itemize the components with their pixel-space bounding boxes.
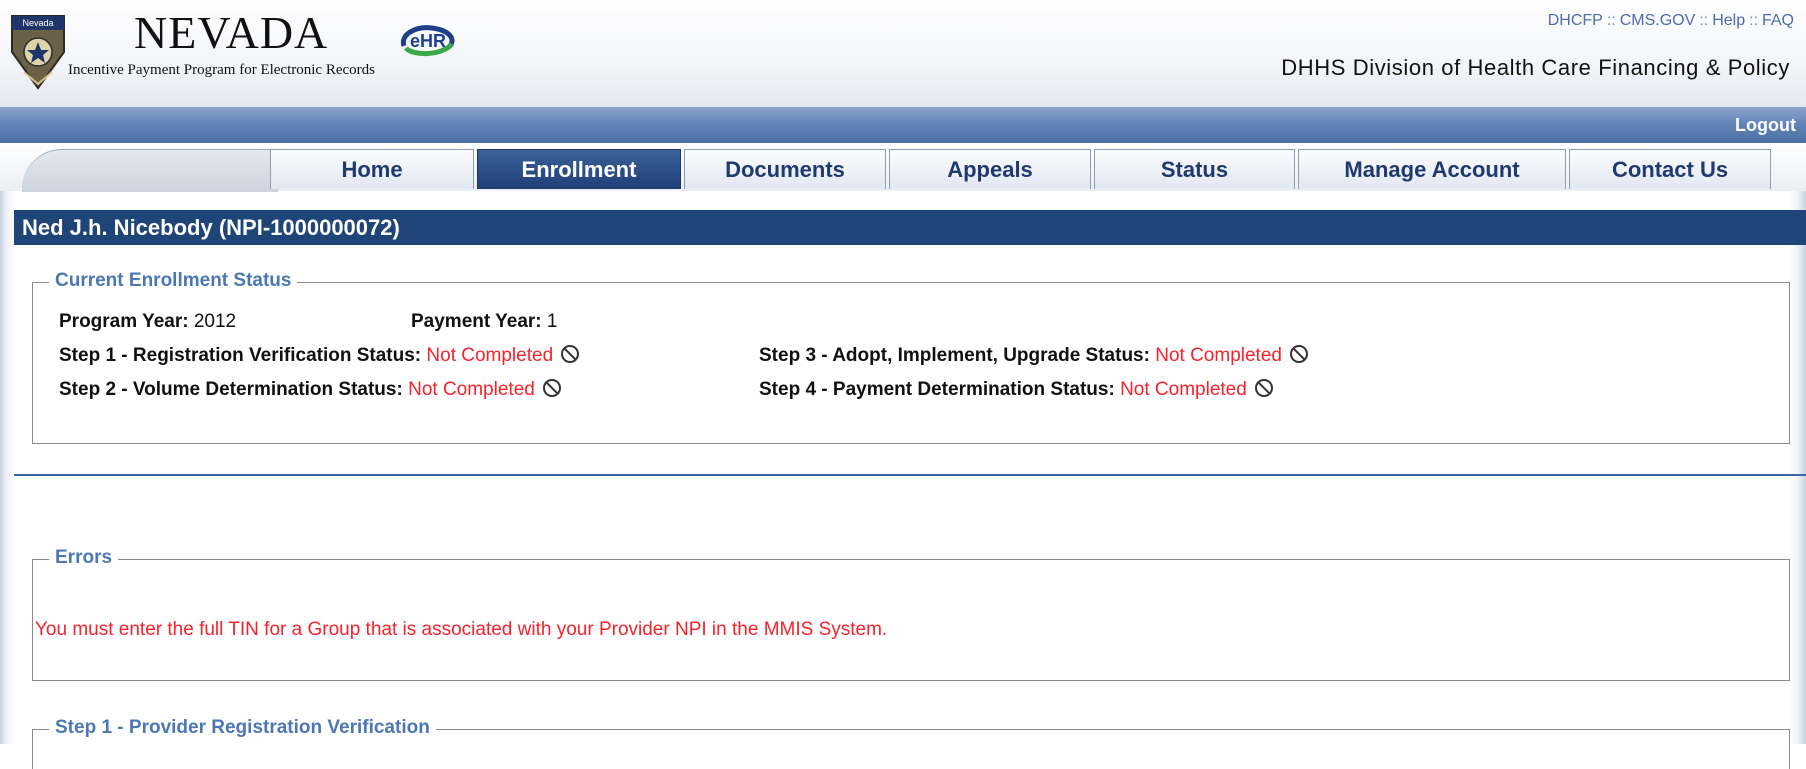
link-separator: :: [1749,12,1758,29]
tab-bar-decoration [22,149,278,192]
page: Nevada NEVADA eHR Incentive Payment Prog… [0,0,1806,769]
step2-status-value: Not Completed [408,379,535,400]
tab-enrollment[interactable]: Enrollment [477,149,681,189]
logout-link[interactable]: Logout [1735,115,1796,136]
payment-year: Payment Year: 1 [411,311,557,333]
tab-documents[interactable]: Documents [684,149,886,189]
tab-bar: Home Enrollment Documents Appeals Status… [0,143,1806,192]
payment-year-label: Payment Year: [411,311,542,332]
nevada-seal-icon: Nevada [11,15,65,90]
errors-panel: Errors You must enter the full TIN for a… [32,547,1790,681]
program-year: Program Year: 2012 [59,311,236,333]
errors-legend: Errors [49,547,119,569]
step3-status-value: Not Completed [1155,345,1282,366]
step2-status-label: Step 2 - Volume Determination Status: [59,379,403,400]
link-help[interactable]: Help [1712,12,1745,29]
program-year-label: Program Year: [59,311,189,332]
enrollment-status-legend: Current Enrollment Status [49,270,298,292]
link-dhcfp[interactable]: DHCFP [1548,12,1603,29]
step4-status-label: Step 4 - Payment Determination Status: [759,379,1115,400]
step4-status-value: Not Completed [1120,379,1247,400]
provider-name-bar: Ned J.h. Nicebody (NPI-1000000072) [14,210,1806,245]
seal-text: Nevada [22,18,53,28]
step1-status: Step 1 - Registration Verification Statu… [59,345,580,367]
top-links: DHCFP:: CMS.GOV:: Help:: FAQ [1548,12,1794,30]
link-cms-gov[interactable]: CMS.GOV [1620,12,1696,29]
step1-status-label: Step 1 - Registration Verification Statu… [59,345,422,366]
step3-status-label: Step 3 - Adopt, Implement, Upgrade Statu… [759,345,1150,366]
top-nav-bar: Logout [0,107,1806,143]
tab-manage-account[interactable]: Manage Account [1298,149,1566,189]
not-completed-icon [1254,379,1273,397]
tab-contact-us[interactable]: Contact Us [1569,149,1771,189]
tab-status[interactable]: Status [1094,149,1295,189]
payment-year-value: 1 [546,311,558,332]
step2-status: Step 2 - Volume Determination Status: No… [59,379,561,401]
ehr-logo-icon: eHR [400,25,455,56]
logo-title: NEVADA [134,7,329,58]
link-separator: :: [1699,12,1709,29]
ehr-text: eHR [410,31,446,51]
not-completed-icon [561,345,580,363]
step4-status: Step 4 - Payment Determination Status: N… [759,379,1273,401]
step1-panel: Step 1 - Provider Registration Verificat… [32,717,1790,769]
logo-subtitle: Incentive Payment Program for Electronic… [68,62,375,78]
site-header: Nevada NEVADA eHR Incentive Payment Prog… [0,0,1806,107]
link-faq[interactable]: FAQ [1762,12,1794,29]
not-completed-icon [1289,345,1308,363]
step1-status-value: Not Completed [426,345,554,366]
main-tabs: Home Enrollment Documents Appeals Status… [270,149,1774,191]
tab-home[interactable]: Home [270,149,474,189]
error-message: You must enter the full TIN for a Group … [35,619,888,640]
division-title: DHHS Division of Health Care Financing &… [1281,55,1790,80]
link-separator: :: [1606,12,1616,29]
enrollment-status-panel: Current Enrollment Status Program Year: … [32,270,1790,444]
section-divider [14,474,1806,476]
not-completed-icon [542,379,561,397]
tab-appeals[interactable]: Appeals [889,149,1091,189]
program-year-value: 2012 [193,311,237,332]
step1-legend: Step 1 - Provider Registration Verificat… [49,717,436,739]
step3-status: Step 3 - Adopt, Implement, Upgrade Statu… [759,345,1308,367]
